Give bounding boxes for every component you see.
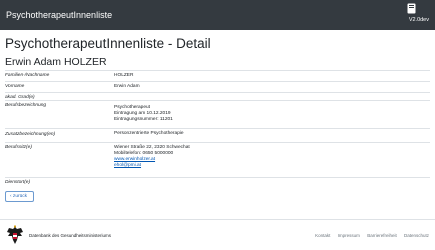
detail-label: Zusatzbezeichnung(en) [5,132,56,137]
austrian-eagle-logo [7,225,23,244]
detail-row-familienname: Familien-/Nachname HOLZER [5,70,430,81]
detail-label: Berufsbezeichnung [5,103,47,108]
footer-links: Kontakt Impressum Barrierefreiheit Daten… [309,233,429,238]
detail-label: Vorname [5,84,25,89]
email-link[interactable]: ehol@pmi.at [114,163,190,169]
detail-label: Berufssitz(e) [5,145,32,150]
detail-value: Psychotherapeut Eintragung am 10.12.2019… [114,105,173,123]
version-label: V2.0dev [408,17,429,23]
registration-number: Eintragungsnummer: 11201 [114,117,173,122]
footer-divider [0,219,435,220]
footer-link-kontakt[interactable]: Kontakt [315,233,330,238]
detail-row-berufssitz: Berufssitz(e) Wiener Straße 22, 2320 Sch… [5,142,430,177]
detail-label: Dienstort(e) [5,180,31,185]
footer-link-barrierefreiheit[interactable]: Barrierefreiheit [367,233,397,238]
detail-value: HOLZER [114,73,134,78]
detail-row-vorname: Vorname Erwin Adam [5,81,430,92]
detail-row-berufsbezeichnung: Berufsbezeichnung Psychotherapeut Eintra… [5,100,430,128]
detail-row-akad-grade: akad. Grad(e) [5,92,430,100]
footer-link-impressum[interactable]: Impressum [338,233,360,238]
top-navbar: PsychotherapeutInnenliste V2.0dev [0,0,435,30]
detail-label: Familien-/Nachname [5,73,50,78]
footer-text: Datenbank des Gesundheitsministeriums [29,233,112,238]
detail-value: Wiener Straße 22, 2320 Schwechat Mobilte… [114,145,190,169]
detail-row-zusatzbezeichnungen: Zusatzbezeichnung(en) Personzentrierte P… [5,128,430,142]
navbar-brand[interactable]: PsychotherapeutInnenliste [6,10,112,20]
book-icon[interactable] [407,3,416,14]
page-title: PsychotherapeutInnenliste - Detail [5,36,211,51]
detail-value: Personzentrierte Psychotherapie [114,131,184,136]
footer-link-datenschutz[interactable]: Datenschutz [404,233,429,238]
detail-value: Erwin Adam [114,84,140,89]
detail-row-dienstort: Dienstort(e) [5,177,430,187]
back-button[interactable]: ‹ zurück [5,191,34,202]
person-name-heading: Erwin Adam HOLZER [5,56,107,68]
